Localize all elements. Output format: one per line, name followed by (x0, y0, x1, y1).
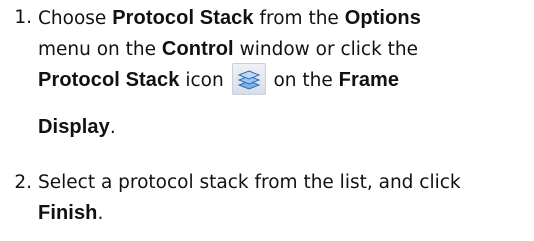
menu-item-label: Protocol Stack (112, 7, 254, 29)
text-fragment: . (109, 117, 116, 138)
text-fragment: Choose (38, 8, 113, 29)
menu-name: Options (344, 7, 421, 29)
step-text: Choose Protocol Stack from the Options m… (38, 3, 528, 143)
text-fragment: icon (179, 70, 230, 91)
button-name: Finish (38, 202, 98, 224)
window-name: Control (161, 38, 234, 60)
step-number: 1. (14, 7, 32, 28)
text-fragment: on the (267, 70, 339, 91)
text-fragment: window or click the (233, 39, 419, 60)
step-number: 2. (14, 172, 32, 193)
text-fragment: menu on the (38, 39, 162, 60)
icon-label: Protocol Stack (38, 69, 180, 91)
display-name-part1: Frame (338, 69, 400, 91)
display-name-part2: Display (38, 116, 110, 138)
text-fragment: Select a protocol stack from the list, a… (38, 172, 461, 193)
protocol-stack-icon (231, 63, 266, 95)
step-2: 2. Select a protocol stack from the list… (0, 168, 534, 229)
text-fragment: from the (253, 8, 345, 29)
step-1: 1. Choose Protocol Stack from the Option… (0, 3, 534, 143)
text-fragment: . (97, 203, 104, 224)
step-text: Select a protocol stack from the list, a… (38, 168, 528, 229)
